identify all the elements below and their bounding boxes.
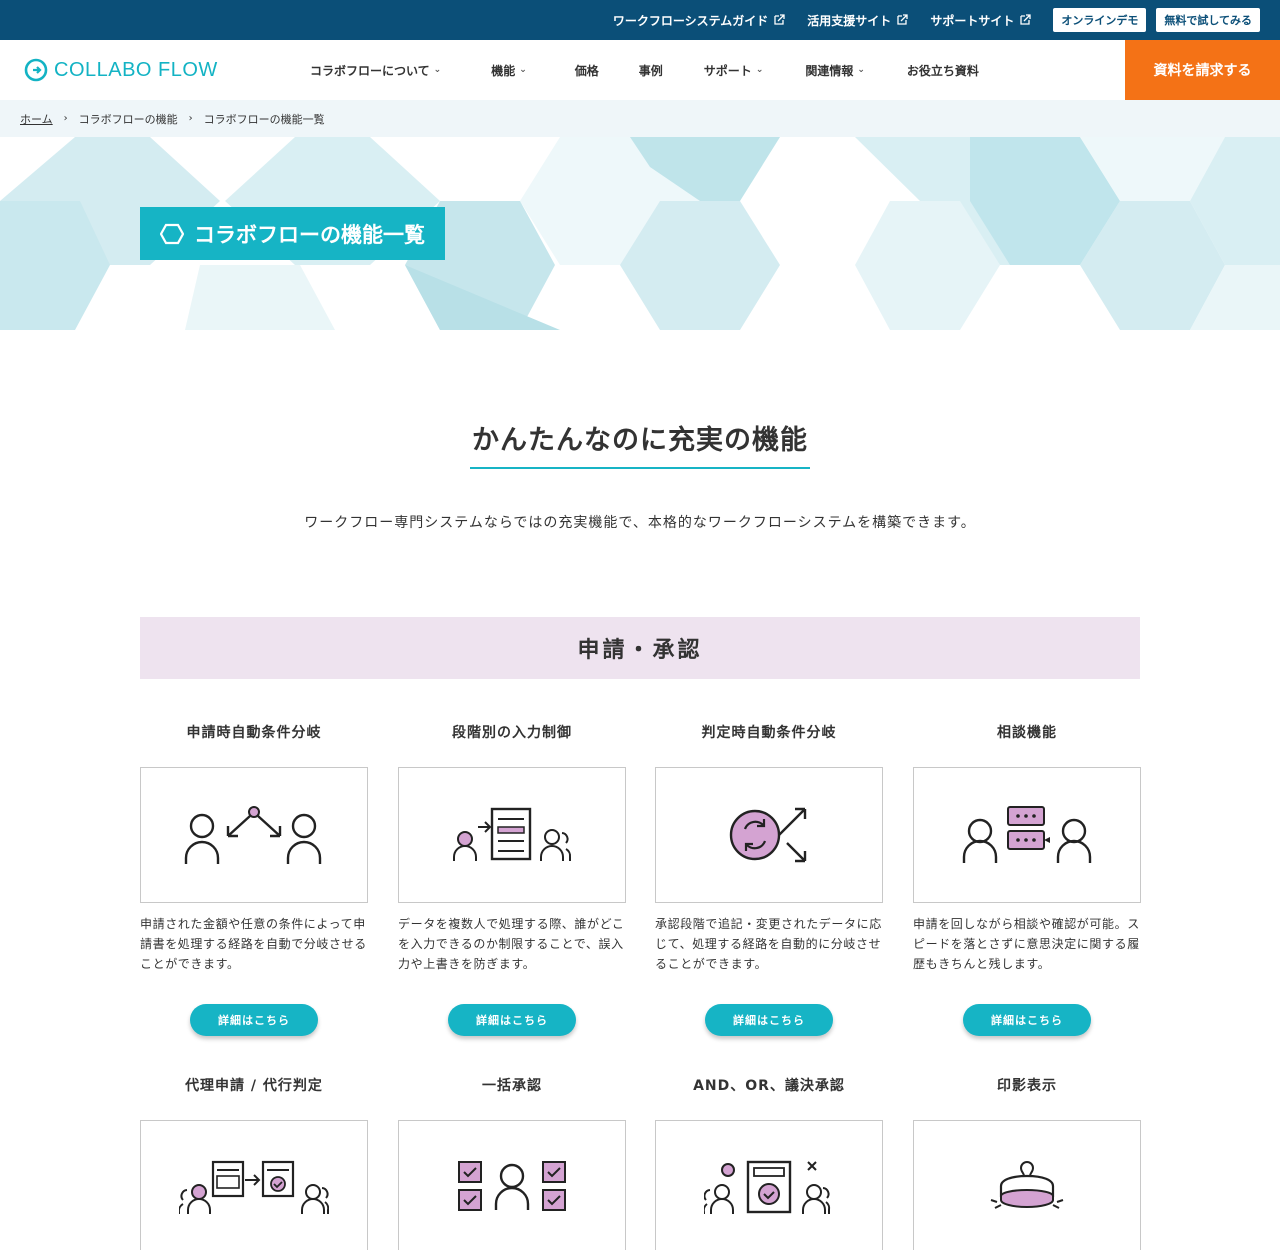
guide-link-label: ワークフローシステムガイド [612,13,769,28]
breadcrumb: ホーム › コラボフローの機能 › コラボフローの機能一覧 [0,100,1280,137]
external-link-icon [774,14,785,25]
external-link-icon [1020,14,1031,25]
breadcrumb-features-link[interactable]: コラボフローの機能 [79,111,178,127]
feature-image[interactable] [655,767,883,903]
and-or-icon [704,1160,831,1214]
stamp-icon [990,1161,1064,1209]
feature-card: 代理申請 / 代行判定 [140,1075,368,1250]
feature-title: 申請時自動条件分岐 [186,725,322,741]
support-site-link[interactable]: サポートサイト [930,12,1031,29]
feature-image[interactable] [140,1120,368,1250]
nav-item-pricing[interactable]: 価格 [575,62,599,79]
chevron-down-icon: ⌄ [433,65,442,75]
proxy-icon [179,1160,329,1214]
feature-image[interactable] [913,1120,1141,1250]
chevron-down-icon: ⌄ [519,65,527,75]
section-heading: かんたんなのに充実の機能 [0,418,1280,469]
feature-description: 申請を回しながら相談や確認が可能。スピードを落とさずに意思決定に関する履歴もきち… [913,917,1140,971]
feature-description: 申請された金額や任意の条件によって申請書を処理する経路を自動で分岐させることがで… [140,917,367,971]
nav-item-cases[interactable]: 事例 [639,62,663,79]
feature-title: 段階別の入力制御 [452,725,572,741]
chevron-right-icon: › [188,113,193,124]
main-header: COLLABO FLOW コラボフローについて ⌄ 機能 ⌄ 価格 事例 サポー… [0,40,1280,100]
request-documents-button[interactable]: 資料を請求する [1125,40,1280,100]
support-site-label: サポートサイト [930,13,1015,28]
top-utility-bar: ワークフローシステムガイド 活用支援サイト サポートサイト オンラインデモ 無料… [0,0,1280,40]
auto-judge-icon [729,807,807,863]
chevron-right-icon: › [63,113,68,124]
feature-detail-button[interactable]: 詳細はこちら [705,1004,833,1036]
feature-title: 印影表示 [997,1078,1057,1094]
hexagon-icon [160,223,184,244]
logo-text: COLLABO FLOW [54,58,218,81]
feature-detail-button[interactable]: 詳細はこちら [190,1004,318,1036]
feature-description: データを複数人で処理する際、誰がどこを入力できるのか制限することで、誤入力や上書… [398,917,625,971]
feature-title: 判定時自動条件分岐 [701,725,837,741]
utilization-site-link[interactable]: 活用支援サイト [807,12,908,29]
category-heading: 申請・承認 [140,617,1140,679]
feature-card: 申請時自動条件分岐 申請された金額や任意の条件によって申請書を処理する経路を自動… [140,722,368,1036]
bulk-approve-icon [458,1161,566,1211]
nav-item-label: 価格 [574,63,599,78]
feature-image[interactable] [398,767,626,903]
feature-card: AND、OR、議決承認 [655,1075,883,1250]
feature-card: 一括承認 [398,1075,626,1250]
feature-title: 一括承認 [482,1078,542,1094]
hero-banner: コラボフローの機能一覧 [0,137,1280,330]
nav-item-label: 事例 [638,63,663,78]
nav-item-features[interactable]: 機能 ⌄ [491,62,527,79]
breadcrumb-home-link[interactable]: ホーム [20,111,53,127]
feature-image[interactable] [913,767,1141,903]
page-title: コラボフローの機能一覧 [140,207,445,260]
feature-detail-button[interactable]: 詳細はこちら [448,1004,576,1036]
chevron-down-icon: ⌄ [755,65,764,75]
feature-description: 承認段階で追記・変更されたデータに応じて、処理する経路を自動的に分岐させることが… [655,917,882,971]
nav-item-support[interactable]: サポート ⌄ [704,62,764,79]
section-description: ワークフロー専門システムならではの充実機能で、本格的なワークフローシステムを構築… [304,515,976,531]
nav-item-label: コラボフローについて [310,63,430,78]
feature-card: 印影表示 [913,1075,1141,1250]
page-title-text: コラボフローの機能一覧 [194,222,425,247]
nav-item-label: お役立ち資料 [906,63,979,78]
section-heading-text: かんたんなのに充実の機能 [470,418,810,469]
utilization-site-label: 活用支援サイト [807,13,892,28]
online-demo-button[interactable]: オンラインデモ [1053,8,1147,32]
feature-card: 段階別の入力制御 データを複数人で処理する際、誰がどこを入力できるのか制限するこ… [398,722,626,1036]
nav-item-label: 機能 [491,63,516,78]
nav-item-about[interactable]: コラボフローについて ⌄ [310,62,441,79]
guide-link[interactable]: ワークフローシステムガイド [613,12,785,29]
input-control-icon [453,807,572,861]
nav-item-label: サポート [703,63,752,78]
consult-icon [962,806,1092,863]
feature-image[interactable] [398,1120,626,1250]
main-nav: コラボフローについて ⌄ 機能 ⌄ 価格 事例 サポート ⌄ 関連情報 ⌄ お役… [310,40,979,100]
feature-detail-button[interactable]: 詳細はこちら [963,1004,1091,1036]
logo[interactable]: COLLABO FLOW [24,58,218,82]
feature-image[interactable] [140,767,368,903]
feature-card: 相談機能 申請を回しながら相談や確認が可能。スピードを落とさずに意思決定に関する… [913,722,1141,1036]
nav-item-resources[interactable]: お役立ち資料 [907,62,979,79]
breadcrumb-current: コラボフローの機能一覧 [203,112,325,126]
nav-item-related[interactable]: 関連情報 ⌄ [805,62,865,79]
external-link-icon [897,14,908,25]
feature-image[interactable] [655,1120,883,1250]
nav-item-label: 関連情報 [805,63,854,78]
feature-title: AND、OR、議決承認 [693,1078,845,1094]
feature-card: 判定時自動条件分岐 承認段階で追記・変更されたデータに応じて、処理する経路を自動… [655,722,883,1036]
chevron-down-icon: ⌄ [857,65,865,75]
feature-title: 代理申請 / 代行判定 [185,1078,323,1094]
free-trial-button[interactable]: 無料で試してみる [1156,8,1260,32]
feature-title: 相談機能 [997,725,1057,741]
branch-icon [184,806,322,864]
logo-mark-icon [24,58,48,82]
